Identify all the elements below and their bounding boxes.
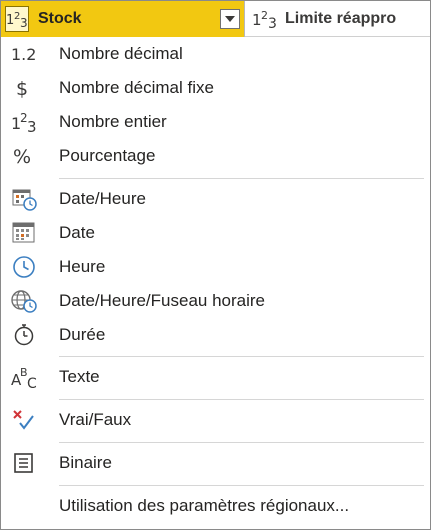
menu-item-datetime[interactable]: Date/Heure: [1, 182, 430, 216]
menu-item-datetime-timezone[interactable]: Date/Heure/Fuseau horaire: [1, 284, 430, 318]
menu-item-label: Heure: [59, 257, 106, 276]
menu-item-label: Date/Heure: [59, 189, 146, 208]
menu-separator: [59, 399, 424, 400]
menu-item-true-false[interactable]: Vrai/Faux: [1, 403, 430, 437]
menu-item-label: Utilisation des paramètres régionaux...: [59, 496, 350, 515]
svg-text:1.2: 1.2: [11, 45, 36, 64]
menu-item-use-locale[interactable]: Utilisation des paramètres régionaux...: [1, 489, 430, 523]
text-icon: A B C: [10, 364, 38, 390]
menu-item-label: Texte: [59, 367, 100, 386]
menu-separator: [59, 485, 424, 486]
menu-item-label: Nombre décimal fixe: [59, 78, 214, 97]
menu-item-duration[interactable]: Durée: [1, 318, 430, 352]
svg-text:3: 3: [27, 118, 37, 135]
menu-item-time[interactable]: Heure: [1, 250, 430, 284]
menu-item-whole-number[interactable]: 1 2 3 Nombre entier: [1, 105, 430, 139]
menu-item-label: Nombre entier: [59, 112, 167, 131]
whole-number-icon[interactable]: 1 2 3: [5, 6, 29, 32]
datetime-timezone-icon: [10, 288, 38, 314]
menu-item-text[interactable]: A B C Texte: [1, 360, 430, 394]
svg-text:3: 3: [268, 16, 277, 30]
svg-text:%: %: [13, 146, 31, 168]
menu-item-decimal-number[interactable]: 1.2 Nombre décimal: [1, 37, 430, 71]
column-header-limite-reappro[interactable]: 1 2 3 Limite réappro: [245, 1, 430, 37]
svg-text:2: 2: [261, 9, 268, 22]
menu-item-label: Vrai/Faux: [59, 410, 132, 429]
decimal-number-icon: 1.2: [10, 41, 38, 67]
menu-item-percentage[interactable]: % Pourcentage: [1, 139, 430, 173]
menu-item-label: Date/Heure/Fuseau horaire: [59, 291, 266, 310]
menu-item-label: Durée: [59, 325, 106, 344]
svg-text:$: $: [16, 78, 28, 100]
menu-separator: [59, 442, 424, 443]
column-header-bar: 1 2 3 Stock 1 2 3 Limite réappro: [1, 1, 430, 37]
menu-item-date[interactable]: Date: [1, 216, 430, 250]
datetime-icon: [10, 186, 38, 212]
menu-item-binary[interactable]: Binaire: [1, 446, 430, 480]
svg-text:C: C: [27, 376, 37, 390]
date-icon: [10, 220, 38, 246]
menu-item-label: Date: [59, 223, 95, 242]
whole-number-icon: 1 2 3: [251, 8, 279, 32]
percentage-icon: %: [10, 143, 38, 169]
column-name: Limite réappro: [285, 9, 397, 27]
menu-item-fixed-decimal[interactable]: $ Nombre décimal fixe: [1, 71, 430, 105]
column-name: Stock: [38, 10, 82, 27]
currency-icon: $: [10, 75, 38, 101]
column-header-stock[interactable]: 1 2 3 Stock: [1, 1, 245, 37]
column-dropdown-button[interactable]: [220, 9, 240, 29]
menu-item-label: Binaire: [59, 453, 112, 472]
chevron-down-icon: [225, 16, 235, 22]
time-icon: [10, 254, 38, 280]
true-false-icon: [10, 407, 38, 433]
whole-number-icon: 1 2 3: [10, 109, 38, 135]
menu-item-label: Pourcentage: [59, 146, 156, 165]
type-menu-panel: 1 2 3 Stock 1 2 3 Limite réappro 1.2 Nom…: [0, 0, 431, 530]
menu-separator: [59, 178, 424, 179]
binary-icon: [10, 450, 38, 476]
menu-item-label: Nombre décimal: [59, 44, 183, 63]
menu-separator: [59, 356, 424, 357]
svg-text:3: 3: [20, 16, 28, 29]
duration-icon: [10, 322, 38, 348]
